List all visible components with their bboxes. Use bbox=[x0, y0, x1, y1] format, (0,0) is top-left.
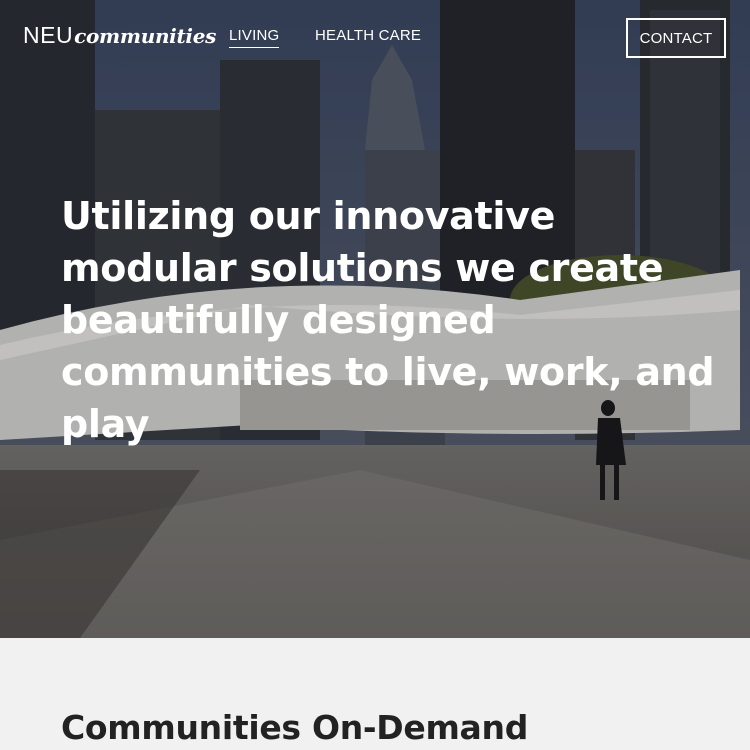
contact-button[interactable]: CONTACT bbox=[626, 18, 726, 58]
communities-section: Communities On-Demand bbox=[0, 638, 750, 750]
hero-section: NEU communities LIVING HEALTH CARE CONTA… bbox=[0, 0, 750, 638]
nav-link-living[interactable]: LIVING bbox=[229, 27, 280, 48]
section-title: Communities On-Demand bbox=[61, 708, 529, 747]
brand-logo[interactable]: NEU communities bbox=[23, 22, 216, 49]
logo-text-communities: communities bbox=[74, 24, 217, 48]
top-navigation: NEU communities LIVING HEALTH CARE CONTA… bbox=[0, 0, 750, 80]
logo-text-neu: NEU bbox=[23, 22, 74, 48]
hero-headline: Utilizing our innovative modular solutio… bbox=[61, 194, 715, 446]
nav-link-health-care[interactable]: HEALTH CARE bbox=[315, 27, 421, 44]
